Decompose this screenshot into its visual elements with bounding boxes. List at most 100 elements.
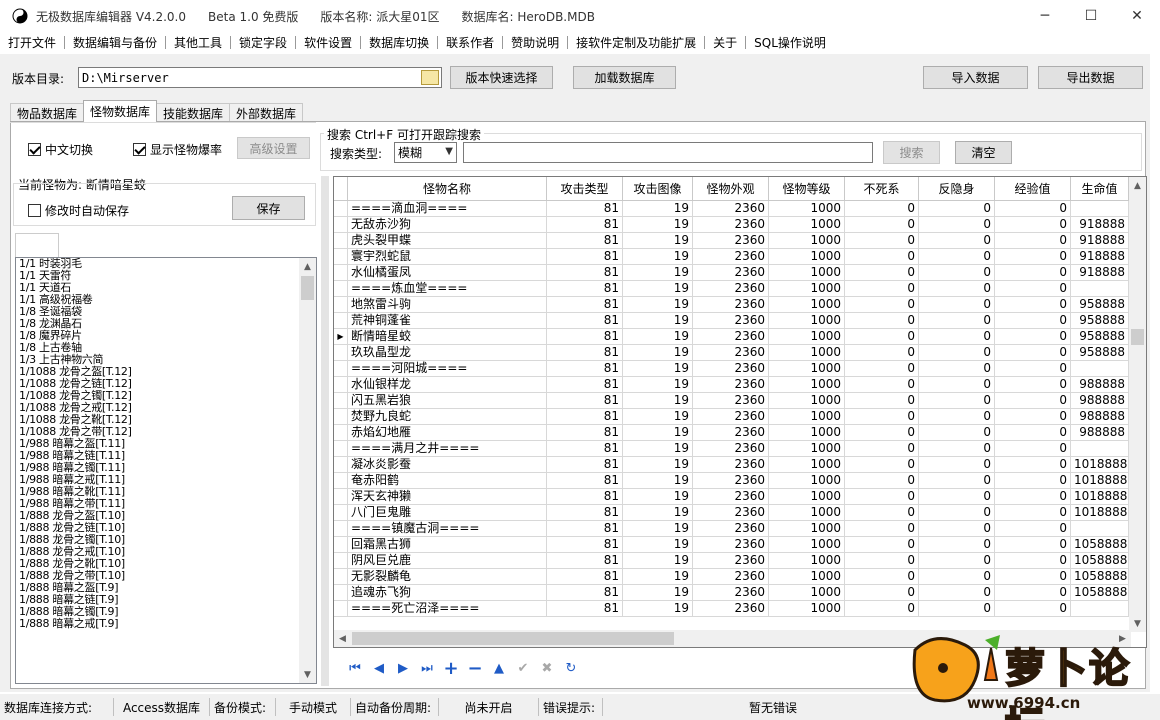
auto-save-checkbox[interactable]: 修改时自动保存 xyxy=(28,202,129,219)
table-cell[interactable]: 0 xyxy=(995,457,1071,473)
table-cell[interactable]: 19 xyxy=(623,537,693,553)
table-cell[interactable]: 19 xyxy=(623,297,693,313)
table-cell[interactable]: 81 xyxy=(547,377,623,393)
grid-column-header[interactable]: 怪物名称 xyxy=(348,177,547,201)
table-cell[interactable]: 1018888 xyxy=(1071,505,1129,521)
table-cell[interactable]: 0 xyxy=(995,249,1071,265)
table-cell[interactable]: 958888 xyxy=(1071,313,1129,329)
table-cell[interactable]: 1000 xyxy=(769,505,845,521)
load-db-button[interactable]: 加载数据库 xyxy=(573,66,676,89)
table-cell[interactable]: 918888 xyxy=(1071,265,1129,281)
table-cell[interactable]: 988888 xyxy=(1071,409,1129,425)
drop-list[interactable]: 1/1 时装羽毛 1/1 天雷符 1/1 天道石 1/1 高级祝福卷 1/8 圣诞福袋 1… xyxy=(15,257,317,684)
grid-column-header[interactable]: 怪物外观 xyxy=(693,177,769,201)
table-row[interactable]: ====满月之井==== 81 19 2360 1000 0 0 0 xyxy=(334,441,1129,457)
table-cell[interactable]: ====死亡沼泽==== xyxy=(348,601,547,617)
drop-list-scrollbar[interactable]: ▲ ▼ xyxy=(299,258,316,683)
table-row[interactable]: 闪五黑岩狼 81 19 2360 1000 0 0 0 988888 xyxy=(334,393,1129,409)
table-cell[interactable]: 19 xyxy=(623,585,693,601)
table-cell[interactable]: 0 xyxy=(919,249,995,265)
grid-column-header[interactable]: 攻击类型 xyxy=(547,177,623,201)
table-cell[interactable]: 1000 xyxy=(769,457,845,473)
table-cell[interactable]: 1018888 xyxy=(1071,457,1129,473)
table-row[interactable]: 阴风巨兑鹿 81 19 2360 1000 0 0 0 1058888 xyxy=(334,553,1129,569)
maximize-button[interactable]: ☐ xyxy=(1068,0,1114,32)
table-cell[interactable]: 闪五黑岩狼 xyxy=(348,393,547,409)
table-cell[interactable]: 0 xyxy=(995,329,1071,345)
table-cell[interactable]: 1000 xyxy=(769,233,845,249)
table-cell[interactable]: 81 xyxy=(547,313,623,329)
table-cell[interactable]: 1000 xyxy=(769,201,845,217)
table-cell[interactable]: 0 xyxy=(919,505,995,521)
table-cell[interactable]: 水仙银样龙 xyxy=(348,377,547,393)
table-cell[interactable]: 1058888 xyxy=(1071,585,1129,601)
table-cell[interactable]: 1018888 xyxy=(1071,489,1129,505)
cancel-record-icon[interactable]: ✖ xyxy=(535,657,559,679)
table-cell[interactable]: 1000 xyxy=(769,489,845,505)
table-cell[interactable]: 958888 xyxy=(1071,329,1129,345)
table-cell[interactable]: 0 xyxy=(995,569,1071,585)
tab-monsters[interactable]: 怪物数据库 xyxy=(83,100,158,122)
table-cell[interactable] xyxy=(1071,521,1129,537)
table-cell[interactable]: ====镇魔古洞==== xyxy=(348,521,547,537)
table-cell[interactable]: 0 xyxy=(845,489,919,505)
table-row[interactable]: 无敌赤沙狗 81 19 2360 1000 0 0 0 918888 xyxy=(334,217,1129,233)
table-cell[interactable]: 81 xyxy=(547,201,623,217)
grid-column-header[interactable]: 怪物等级 xyxy=(769,177,845,201)
table-cell[interactable]: 0 xyxy=(845,361,919,377)
table-cell[interactable]: 0 xyxy=(995,201,1071,217)
table-cell[interactable]: 0 xyxy=(845,377,919,393)
table-cell[interactable]: 0 xyxy=(919,489,995,505)
table-cell[interactable]: 0 xyxy=(919,537,995,553)
table-cell[interactable]: 1000 xyxy=(769,553,845,569)
table-cell[interactable]: 2360 xyxy=(693,361,769,377)
table-cell[interactable]: 2360 xyxy=(693,457,769,473)
table-cell[interactable]: 0 xyxy=(845,601,919,617)
table-cell[interactable]: 0 xyxy=(919,329,995,345)
table-row[interactable]: 水仙橘蛋凤 81 19 2360 1000 0 0 0 918888 xyxy=(334,265,1129,281)
export-button[interactable]: 导出数据 xyxy=(1038,66,1143,89)
table-cell[interactable]: 0 xyxy=(919,233,995,249)
table-cell[interactable] xyxy=(1071,441,1129,457)
table-cell[interactable]: 0 xyxy=(995,265,1071,281)
table-cell[interactable]: 无影裂麟龟 xyxy=(348,569,547,585)
table-cell[interactable]: 浑天玄神獭 xyxy=(348,489,547,505)
table-cell[interactable]: 1000 xyxy=(769,361,845,377)
table-cell[interactable]: 0 xyxy=(919,217,995,233)
table-cell[interactable]: 2360 xyxy=(693,537,769,553)
table-cell[interactable]: 0 xyxy=(919,361,995,377)
table-cell[interactable]: 2360 xyxy=(693,297,769,313)
table-cell[interactable]: 0 xyxy=(919,265,995,281)
table-cell[interactable]: 虎头裂甲蝶 xyxy=(348,233,547,249)
menu-db-switch[interactable]: 数据库切换 xyxy=(361,34,437,51)
menu-open-file[interactable]: 打开文件 xyxy=(0,34,64,51)
table-cell[interactable]: 0 xyxy=(919,473,995,489)
table-cell[interactable]: 地煞雷斗驹 xyxy=(348,297,547,313)
table-cell[interactable]: 0 xyxy=(919,585,995,601)
table-cell[interactable]: 0 xyxy=(919,281,995,297)
table-cell[interactable]: 0 xyxy=(845,505,919,521)
table-cell[interactable]: 0 xyxy=(845,473,919,489)
table-row[interactable]: 玖玖晶型龙 81 19 2360 1000 0 0 0 958888 xyxy=(334,345,1129,361)
table-row[interactable]: 凝冰炎影蚕 81 19 2360 1000 0 0 0 1018888 xyxy=(334,457,1129,473)
table-cell[interactable]: 1000 xyxy=(769,345,845,361)
table-cell[interactable]: 0 xyxy=(995,233,1071,249)
table-cell[interactable]: 追魂赤飞狗 xyxy=(348,585,547,601)
table-cell[interactable]: 81 xyxy=(547,249,623,265)
table-cell[interactable]: 81 xyxy=(547,505,623,521)
search-input[interactable] xyxy=(463,142,873,163)
table-cell[interactable]: 1000 xyxy=(769,377,845,393)
grid-column-header[interactable]: 不死系 xyxy=(845,177,919,201)
table-cell[interactable]: 0 xyxy=(845,553,919,569)
table-cell[interactable]: 1000 xyxy=(769,585,845,601)
table-cell[interactable]: 0 xyxy=(845,281,919,297)
table-cell[interactable]: 81 xyxy=(547,537,623,553)
table-cell[interactable]: 1000 xyxy=(769,441,845,457)
table-cell[interactable]: ====河阳城==== xyxy=(348,361,547,377)
table-cell[interactable]: ====炼血堂==== xyxy=(348,281,547,297)
table-cell[interactable]: 0 xyxy=(995,345,1071,361)
table-cell[interactable]: 2360 xyxy=(693,489,769,505)
tab-external[interactable]: 外部数据库 xyxy=(229,103,304,122)
table-cell[interactable]: 1000 xyxy=(769,249,845,265)
table-cell[interactable]: 2360 xyxy=(693,585,769,601)
